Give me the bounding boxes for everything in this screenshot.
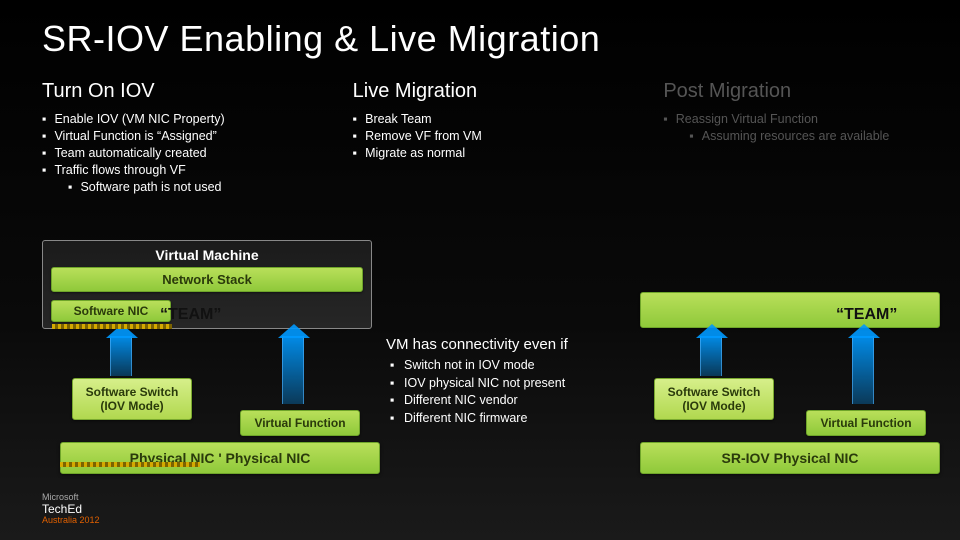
software-switch-left: Software Switch (IOV Mode) [72, 378, 192, 420]
flow-arrow-icon [700, 336, 722, 376]
teched-logo: Microsoft TechEd Australia 2012 [42, 493, 100, 526]
sub-list: Assuming resources are available [663, 128, 950, 145]
flow-arrow-icon [852, 336, 874, 404]
software-switch-line2: (IOV Mode) [100, 399, 163, 413]
list-item: Remove VF from VM [353, 128, 640, 145]
col-list: Enable IOV (VM NIC Property) Virtual Fun… [42, 111, 329, 195]
connectivity-list: Switch not in IOV mode IOV physical NIC … [386, 357, 616, 427]
software-switch-line2: (IOV Mode) [682, 399, 745, 413]
software-switch-line1: Software Switch [668, 385, 761, 399]
logo-brand: TechEd [42, 502, 82, 516]
software-switch-right: Software Switch (IOV Mode) [654, 378, 774, 420]
software-nic-bar: Software NIC [51, 300, 171, 322]
col-list: Reassign Virtual Function Assuming resou… [663, 111, 950, 145]
col-turn-on: Turn On IOV Enable IOV (VM NIC Property)… [42, 80, 329, 195]
logo-brand-small: Microsoft [42, 492, 79, 502]
list-item: Reassign Virtual Function [663, 111, 950, 128]
logo-region: Australia [42, 515, 80, 525]
list-item: Different NIC vendor [386, 392, 616, 410]
list-item: Traffic flows through VF [42, 162, 329, 179]
sub-list: Software path is not used [42, 179, 329, 196]
flow-arrow-icon [282, 336, 304, 404]
columns: Turn On IOV Enable IOV (VM NIC Property)… [0, 60, 960, 195]
team-label: “TEAM” [160, 306, 221, 324]
col-post-migration: Post Migration Reassign Virtual Function… [663, 80, 950, 195]
logo-year: 2012 [80, 515, 100, 525]
connectivity-panel: VM has connectivity even if Switch not i… [386, 336, 616, 427]
col-heading: Turn On IOV [42, 80, 329, 103]
list-item: Software path is not used [68, 179, 329, 196]
physical-nic-right: SR-IOV Physical NIC [640, 442, 940, 474]
col-live-migration: Live Migration Break Team Remove VF from… [353, 80, 640, 195]
list-item: Assuming resources are available [689, 128, 950, 145]
list-item: IOV physical NIC not present [386, 375, 616, 393]
list-item: Different NIC firmware [386, 410, 616, 428]
hash-strip-icon [52, 324, 172, 329]
software-switch-line1: Software Switch [86, 385, 179, 399]
virtual-function-right: Virtual Function [806, 410, 926, 436]
team-label: “TEAM” [836, 306, 897, 324]
hash-strip-icon [60, 462, 200, 467]
list-item: Break Team [353, 111, 640, 128]
list-item: Switch not in IOV mode [386, 357, 616, 375]
slide-title: SR-IOV Enabling & Live Migration [0, 0, 960, 60]
physical-nic-left: Physical NIC ' Physical NIC [60, 442, 380, 474]
virtual-function-left: Virtual Function [240, 410, 360, 436]
list-item: Virtual Function is “Assigned” [42, 128, 329, 145]
flow-arrow-icon [110, 336, 132, 376]
network-stack-bar: Network Stack [51, 267, 363, 292]
col-list: Break Team Remove VF from VM Migrate as … [353, 111, 640, 162]
vm-label: Virtual Machine [51, 247, 363, 263]
connectivity-heading: VM has connectivity even if [386, 336, 616, 353]
list-item: Migrate as normal [353, 145, 640, 162]
col-heading: Post Migration [663, 80, 950, 103]
col-heading: Live Migration [353, 80, 640, 103]
list-item: Enable IOV (VM NIC Property) [42, 111, 329, 128]
list-item: Team automatically created [42, 145, 329, 162]
